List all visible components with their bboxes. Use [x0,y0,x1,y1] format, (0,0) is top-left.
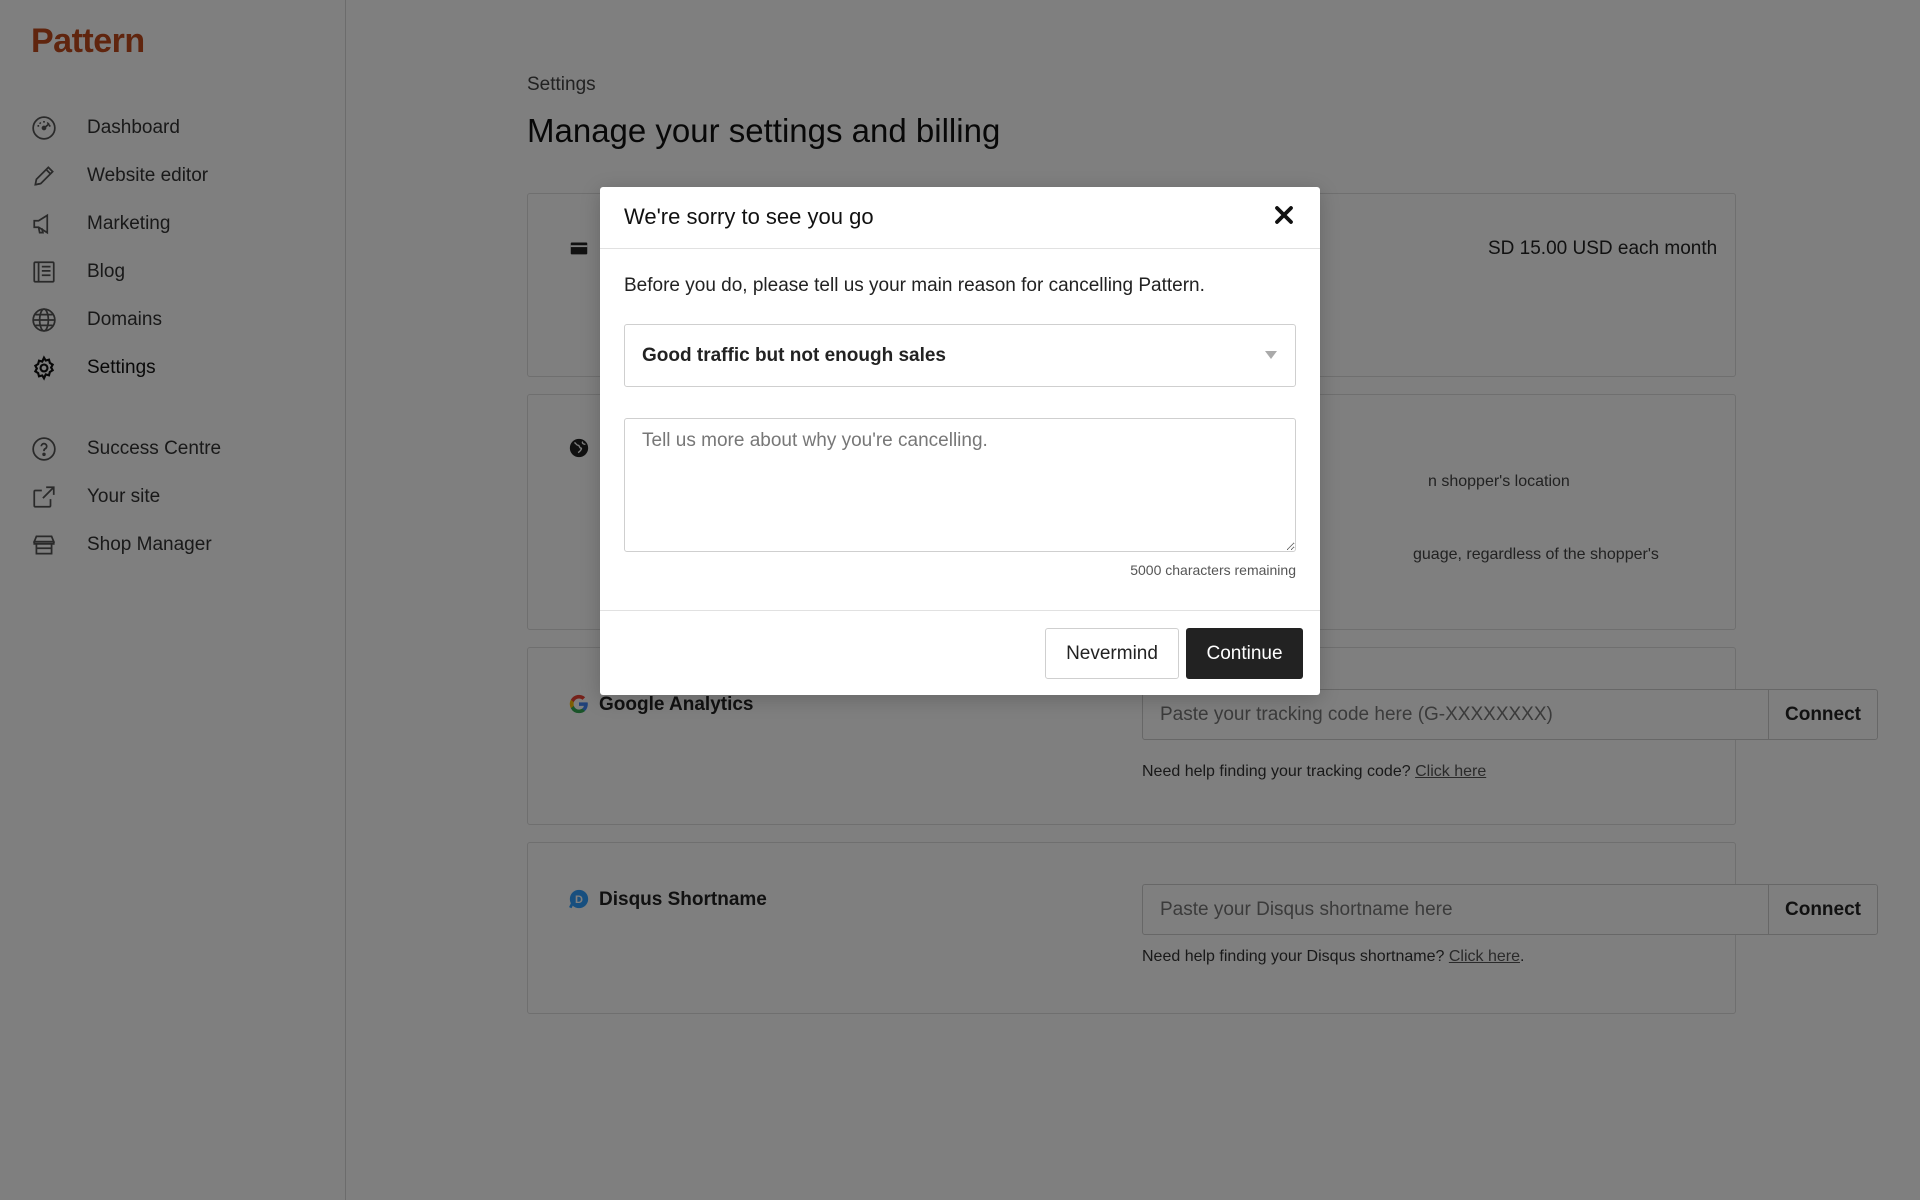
cancel-reason-textarea[interactable] [624,418,1296,552]
modal-intro: Before you do, please tell us your main … [624,275,1205,296]
cancel-subscription-modal: We're sorry to see you go Before you do,… [600,187,1320,695]
chevron-down-icon [1265,351,1277,359]
close-button[interactable] [1270,201,1298,229]
character-counter: 5000 characters remaining [1130,562,1296,578]
modal-title: We're sorry to see you go [624,204,874,229]
modal-body: Before you do, please tell us your main … [600,249,1320,611]
cancel-reason-select[interactable]: Good traffic but not enough sales [624,324,1296,387]
nevermind-button[interactable]: Nevermind [1045,628,1179,679]
modal-header: We're sorry to see you go [600,187,1320,249]
close-icon [1275,206,1293,224]
modal-footer: Nevermind Continue [600,611,1320,695]
selected-reason: Good traffic but not enough sales [642,344,946,366]
continue-button[interactable]: Continue [1186,628,1303,679]
